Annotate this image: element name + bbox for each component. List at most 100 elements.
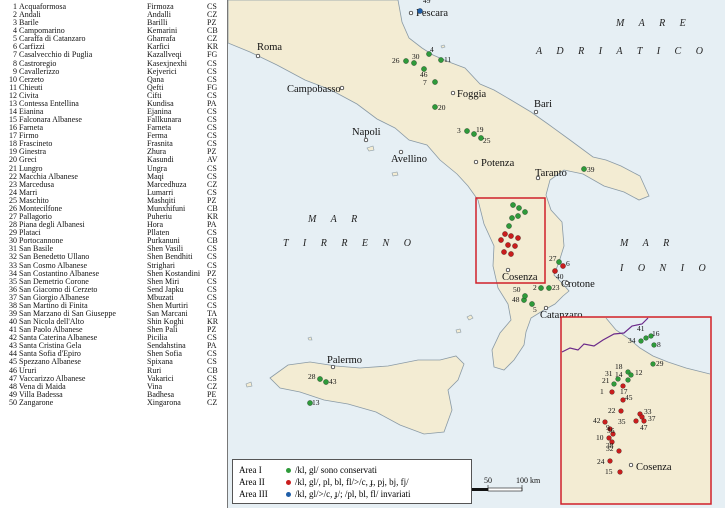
locality-marker <box>417 8 423 14</box>
locality-marker <box>516 205 522 211</box>
locality-number-label: 24 <box>597 457 605 466</box>
city-label: Napoli <box>352 127 381 138</box>
city-label: Taranto <box>535 168 567 179</box>
locality-marker <box>403 58 409 64</box>
locality-number-label: 27 <box>549 254 557 263</box>
legend-row-area-3: Area III/kl, gl/>/c, ɟ/; /pl, bl, fl/ in… <box>239 488 465 500</box>
locality-marker <box>607 458 613 464</box>
scale-label-100: 100 km <box>516 476 541 485</box>
locality-province: CZ <box>207 397 218 407</box>
locality-number-label: 21 <box>602 376 610 385</box>
city: Taranto <box>535 168 567 181</box>
locality-marker <box>411 60 417 66</box>
locality-number-label: 30 <box>412 52 420 61</box>
locality-number-label: 20 <box>438 103 446 112</box>
locality-marker <box>438 57 444 63</box>
city: Potenza <box>473 158 515 169</box>
city-label: Crotone <box>561 279 595 290</box>
locality-marker <box>522 293 528 299</box>
scale-label-50: 50 <box>484 476 492 485</box>
locality-number-label: 50 <box>513 285 521 294</box>
locality-number-label: 22 <box>608 406 616 415</box>
legend-description: /kl, gl/ sono conservati <box>295 465 377 475</box>
locality-number-label: 1 <box>600 387 604 396</box>
locality-number-label: 16 <box>652 329 660 338</box>
list-item: 50 Zangarone Xingarona CZ <box>3 397 225 407</box>
locality-number-label: 2 <box>533 283 537 292</box>
legend-area-label: Area I <box>239 465 262 475</box>
sea-label-ionio-1: M A R <box>619 238 675 249</box>
locality-number-label: 10 <box>596 433 604 442</box>
locality-number-label: 11 <box>444 55 451 64</box>
locality-marker <box>643 335 649 341</box>
locality-marker <box>522 209 528 215</box>
locality-marker <box>512 243 518 249</box>
legend-row-area-1: Area I/kl, gl/ sono conservati <box>239 464 465 476</box>
locality-number-label: 35 <box>618 417 626 426</box>
locality-marker <box>510 202 516 208</box>
locality-marker <box>502 231 508 237</box>
locality-number-label: 37 <box>648 414 656 423</box>
city-label: Campobasso <box>287 84 341 95</box>
locality-marker <box>616 448 622 454</box>
legend-area-label: Area III <box>239 489 268 499</box>
locality-number-label: 23 <box>552 283 560 292</box>
locality-italian-name: Zangarone <box>19 397 54 407</box>
locality-table-body: 1 Acquaformosa Firmoza CS 2 Andali Andalli CZ 3 B… <box>3 2 225 407</box>
locality-marker <box>508 251 514 257</box>
locality-italian-name: Marcedusa <box>19 179 55 189</box>
locality-marker <box>508 233 514 239</box>
locality-number-label: 8 <box>657 340 661 349</box>
legend-description: /kl, gl/, pl, bl, fl/>/c, ɟ, pj, bj, fj/ <box>295 477 409 487</box>
sea-label-tirreno-2: T I R R E N O <box>283 238 417 249</box>
locality-number-label: 26 <box>392 56 400 65</box>
locality-marker <box>606 435 612 441</box>
city-label: Bari <box>534 99 552 110</box>
page: 1 Acquaformosa Firmoza CS 2 Andali Andalli CZ 3 B… <box>0 0 725 508</box>
locality-marker <box>317 376 323 382</box>
locality-marker <box>515 235 521 241</box>
inset-city-label: Cosenza <box>636 462 672 473</box>
aeolian-island <box>455 328 462 334</box>
locality-marker <box>506 223 512 229</box>
locality-marker <box>509 215 515 221</box>
locality-marker <box>505 242 511 248</box>
locality-number-label: 3 <box>457 126 461 135</box>
city-marker <box>408 10 414 16</box>
locality-marker <box>432 104 438 110</box>
locality-marker <box>617 469 623 475</box>
locality-number-label: 13 <box>312 398 320 407</box>
locality-number-label: 45 <box>625 393 633 402</box>
locality-number-label: 42 <box>593 416 601 425</box>
locality-marker <box>556 259 562 265</box>
city: Campobasso <box>287 84 345 95</box>
locality-marker <box>538 285 544 291</box>
locality-marker <box>628 372 634 378</box>
city-label: Cosenza <box>502 272 538 283</box>
locality-marker <box>618 408 624 414</box>
city-marker <box>450 90 456 96</box>
locality-number-label: 6 <box>566 259 570 268</box>
city-marker <box>255 53 261 59</box>
locality-number-label: 15 <box>605 467 613 476</box>
legend: Area I/kl, gl/ sono conservati Area II/k… <box>232 459 472 504</box>
locality-marker <box>498 237 504 243</box>
locality-number-label: 32 <box>606 444 614 453</box>
locality-number-label: 25 <box>483 136 491 145</box>
locality-italian-name: Spezzano Albanese <box>19 357 81 367</box>
city-marker <box>533 109 539 115</box>
locality-marker <box>464 128 470 134</box>
city-label: Foggia <box>457 89 487 100</box>
city-label: Palermo <box>327 355 362 366</box>
locality-marker <box>633 418 639 424</box>
locality-marker <box>611 381 617 387</box>
sea-label-tirreno-1: M A R <box>307 214 363 225</box>
locality-number-label: 48 <box>512 295 520 304</box>
locality-number-label: 7 <box>423 78 427 87</box>
blue-dot-icon <box>286 492 291 498</box>
locality-italian-name: Ginestra <box>19 147 47 157</box>
locality-marker <box>650 361 656 367</box>
locality-number-label: 34 <box>628 336 636 345</box>
locality-number-label: 43 <box>329 377 337 386</box>
city: Foggia <box>450 89 487 100</box>
